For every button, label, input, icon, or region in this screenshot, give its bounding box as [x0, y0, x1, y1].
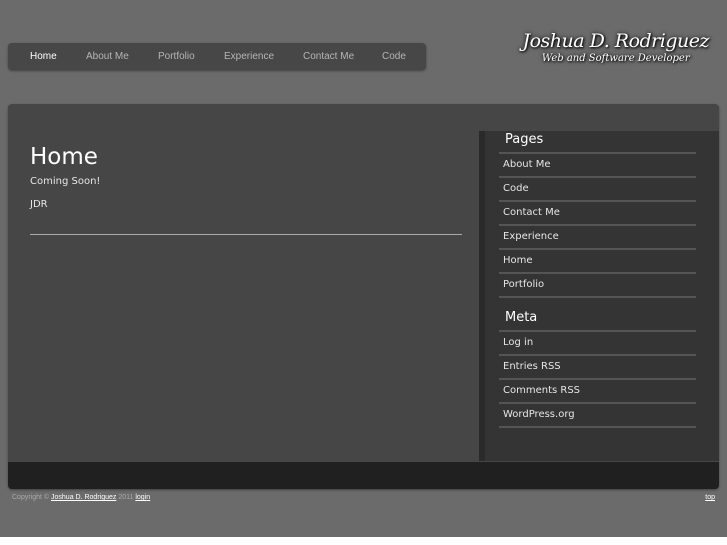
page-title: Home: [30, 144, 98, 170]
nav-contact-me[interactable]: Contact Me: [303, 51, 354, 62]
site-brand[interactable]: Joshua D. Rodriguez Web and Software Dev…: [522, 30, 709, 64]
footer-band: [8, 462, 719, 489]
nav-home[interactable]: Home: [30, 51, 57, 62]
divider: [30, 234, 462, 235]
copyright: Copyright © Joshua D. Rodriguez 2011 log…: [12, 494, 150, 501]
login-link[interactable]: login: [135, 494, 150, 501]
main-container: Home Coming Soon! JDR Pages About Me Cod…: [8, 104, 719, 489]
sidebar-link-log-in[interactable]: Log in: [499, 332, 696, 356]
nav-about-me[interactable]: About Me: [86, 51, 129, 62]
sidebar-link-experience[interactable]: Experience: [499, 226, 696, 250]
content-paragraph: Coming Soon!: [30, 176, 101, 187]
content-paragraph: JDR: [30, 199, 48, 210]
sidebar-link-comments-rss[interactable]: Comments RSS: [499, 380, 696, 404]
content: Home Coming Soon! JDR: [30, 144, 462, 235]
sidebar-link-code[interactable]: Code: [499, 178, 696, 202]
author-link[interactable]: Joshua D. Rodriguez: [51, 494, 116, 501]
site-name: Joshua D. Rodriguez: [522, 30, 709, 52]
sidebar-link-wordpress[interactable]: WordPress.org: [499, 404, 696, 428]
nav-portfolio[interactable]: Portfolio: [158, 51, 195, 62]
site-tagline: Web and Software Developer: [541, 53, 690, 64]
top-link[interactable]: top: [705, 494, 715, 501]
sidebar-link-home[interactable]: Home: [499, 250, 696, 274]
pages-heading: Pages: [505, 132, 544, 147]
copyright-year: 2011: [118, 494, 134, 501]
sidebar-link-portfolio[interactable]: Portfolio: [499, 274, 696, 298]
meta-heading: Meta: [505, 310, 538, 325]
pages-list: About Me Code Contact Me Experience Home…: [499, 152, 696, 298]
sidebar-link-contact-me[interactable]: Contact Me: [499, 202, 696, 226]
sidebar-link-entries-rss[interactable]: Entries RSS: [499, 356, 696, 380]
nav-code[interactable]: Code: [382, 51, 406, 62]
nav-experience[interactable]: Experience: [224, 51, 274, 62]
copyright-text: Copyright ©: [12, 494, 50, 501]
sidebar-link-about-me[interactable]: About Me: [499, 154, 696, 178]
main-nav: Home About Me Portfolio Experience Conta…: [8, 43, 426, 70]
sidebar: Pages About Me Code Contact Me Experienc…: [479, 131, 719, 461]
meta-list: Log in Entries RSS Comments RSS WordPres…: [499, 330, 696, 428]
page: Home About Me Portfolio Experience Conta…: [0, 0, 727, 537]
